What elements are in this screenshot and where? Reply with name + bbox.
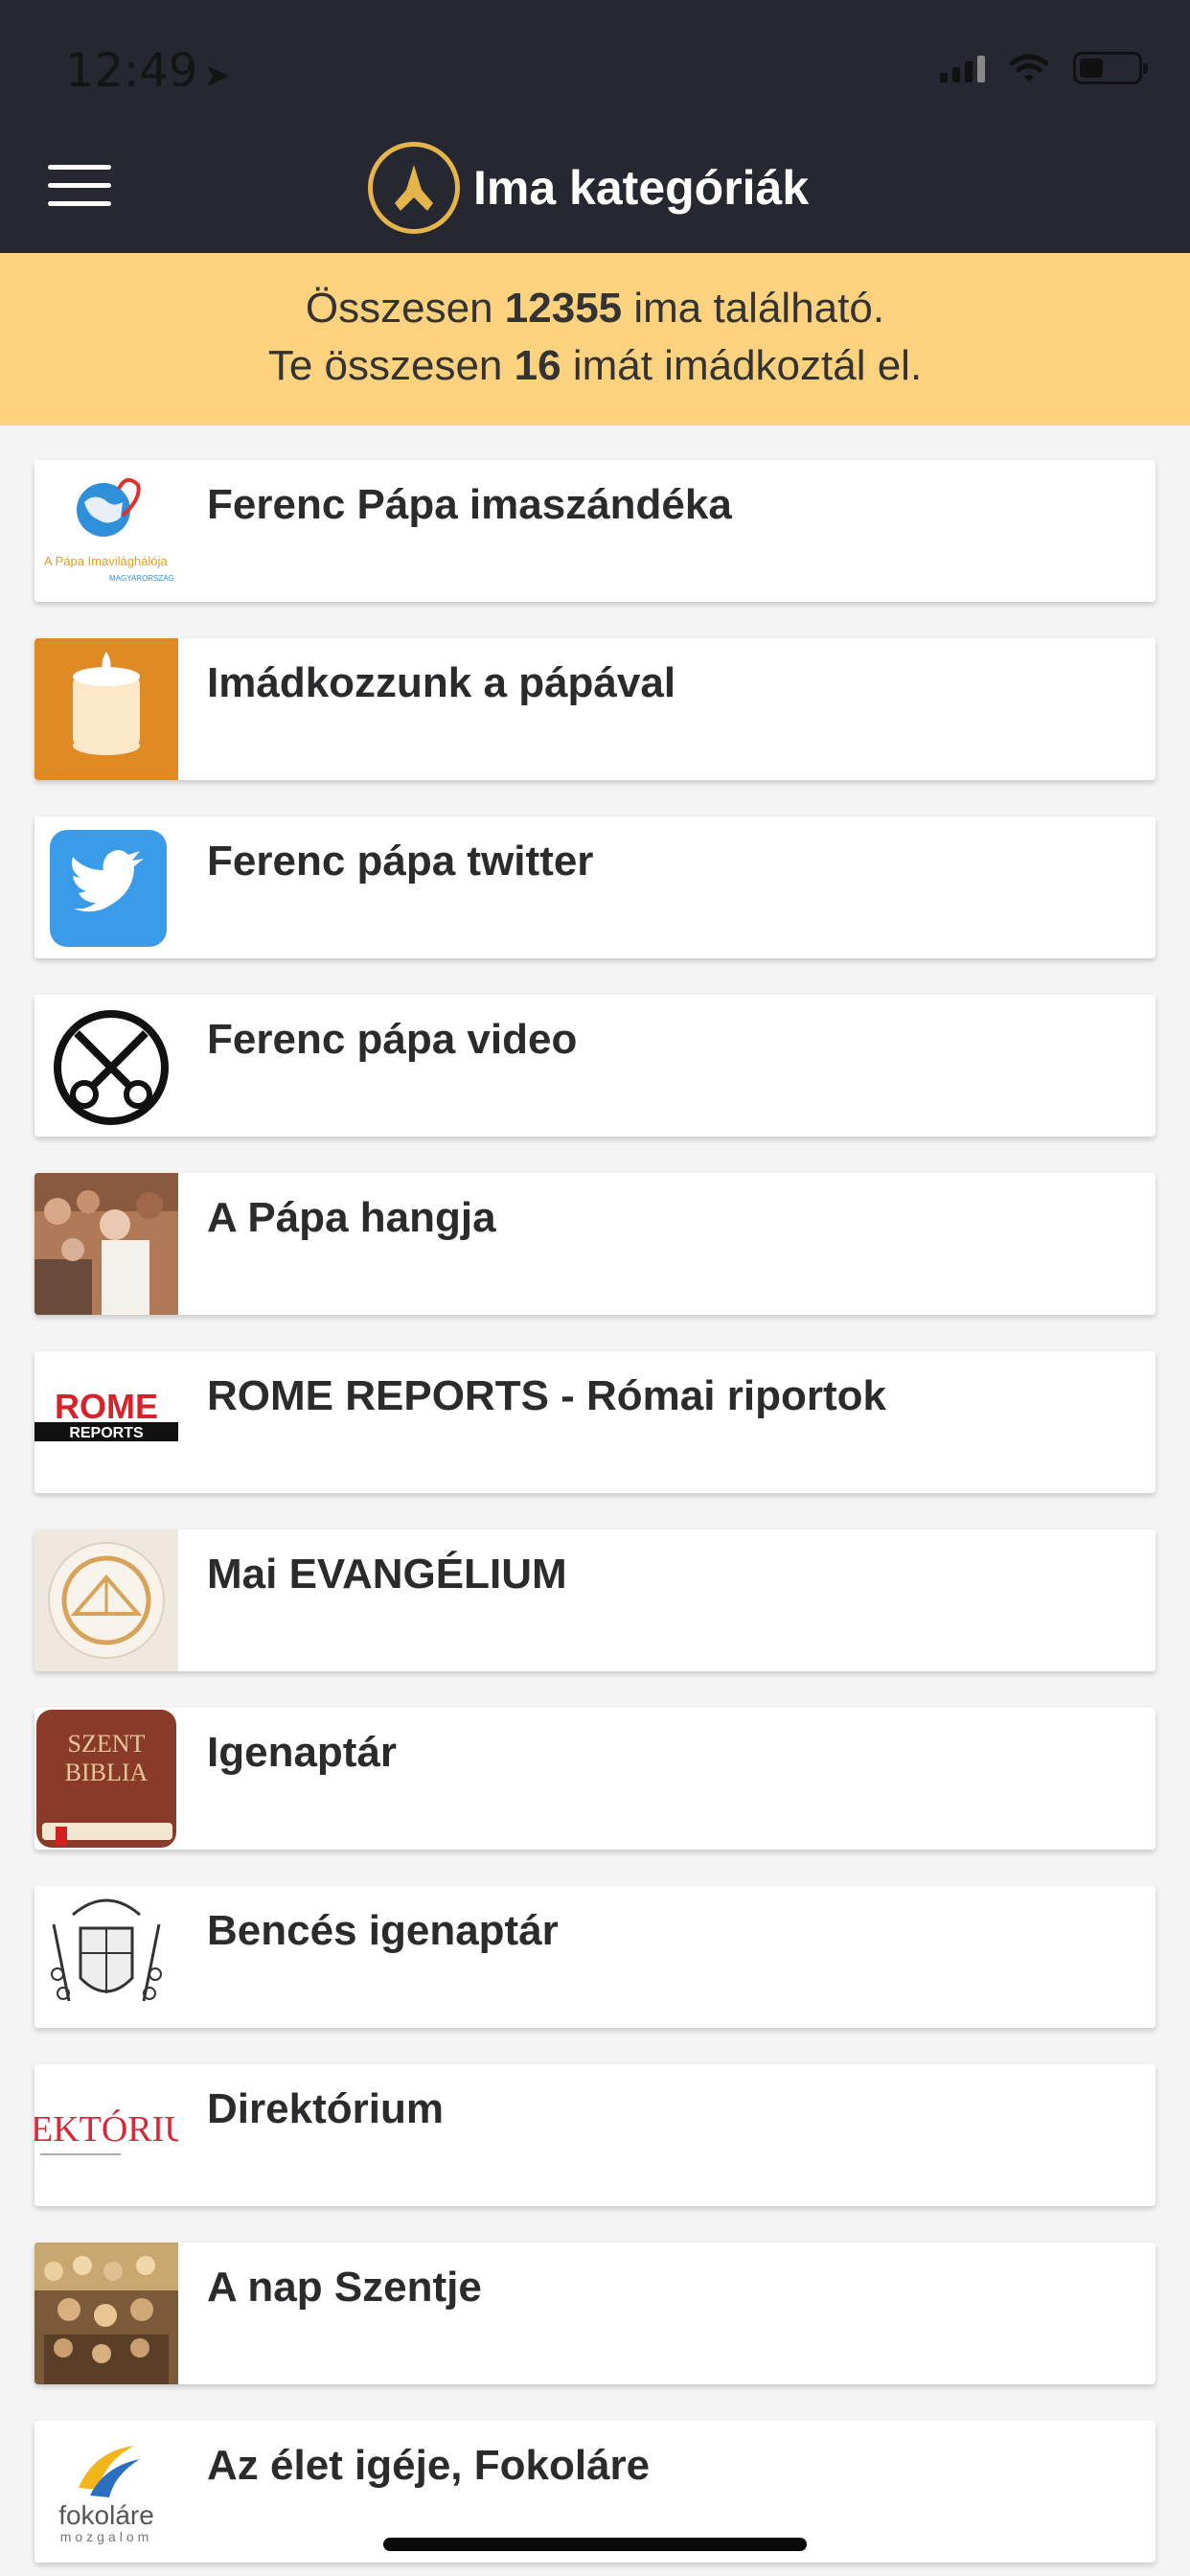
prayer-count-banner: Összesen 12355 ima található. Te összese… bbox=[0, 253, 1190, 426]
status-time-text: 12:49 bbox=[65, 44, 198, 98]
app-header: 12:49 ➤ Ima kategóriák bbox=[0, 0, 1190, 253]
category-item-twitter[interactable]: Ferenc pápa twitter bbox=[34, 816, 1156, 958]
holy-bible-book-icon: SZENT BIBLIA bbox=[34, 1708, 178, 1850]
category-item-igenaptar[interactable]: SZENT BIBLIA Igenaptár bbox=[34, 1708, 1156, 1850]
cellular-signal-icon bbox=[940, 54, 985, 82]
thumb-text: A Pápa Imavilághálója bbox=[44, 554, 168, 568]
category-item-rome-reports[interactable]: ROME REPORTS ROME REPORTS - Római riport… bbox=[34, 1351, 1156, 1493]
user-prayers-count: 16 bbox=[514, 342, 561, 389]
crossed-keys-icon bbox=[34, 995, 178, 1137]
pope-crowd-photo bbox=[34, 1173, 178, 1315]
home-indicator[interactable] bbox=[383, 2538, 807, 2551]
thumb-subtext: mozgalom bbox=[60, 2529, 153, 2544]
thumb-subtext: REPORTS bbox=[69, 1425, 144, 1441]
thumb-subtext: MAGYARORSZÁG bbox=[109, 574, 174, 583]
saints-painting-image bbox=[34, 2242, 178, 2384]
category-item-a-nap-szentje[interactable]: A nap Szentje bbox=[34, 2242, 1156, 2384]
category-label: Ferenc Pápa imaszándéka bbox=[207, 481, 732, 528]
category-label: Imádkozzunk a pápával bbox=[207, 659, 676, 706]
category-item-direktorium[interactable]: EKTÓRIU Direktórium bbox=[34, 2064, 1156, 2206]
total-prayers-suffix: ima található. bbox=[622, 285, 885, 332]
fokolare-logo-icon: fokoláre mozgalom bbox=[34, 2421, 178, 2563]
user-prayers-prefix: Te összesen bbox=[267, 342, 515, 389]
direktorium-logo-icon: EKTÓRIU bbox=[34, 2064, 178, 2206]
header-title-group: Ima kategóriák bbox=[368, 138, 809, 238]
category-item-papa-hangja[interactable]: A Pápa hangja bbox=[34, 1173, 1156, 1315]
location-arrow-icon: ➤ bbox=[203, 57, 231, 95]
category-item-video[interactable]: Ferenc pápa video bbox=[34, 995, 1156, 1137]
coat-of-arms-icon bbox=[34, 1886, 178, 2028]
status-indicators bbox=[940, 52, 1148, 84]
category-label: Direktórium bbox=[207, 2085, 444, 2132]
thumb-text: fokoláre bbox=[58, 2500, 154, 2530]
status-time: 12:49 ➤ bbox=[65, 44, 231, 98]
globe-heart-logo-icon: A Pápa Imavilághálója MAGYARORSZÁG bbox=[34, 460, 178, 602]
total-prayers-count: 12355 bbox=[504, 285, 623, 332]
twitter-bird-icon bbox=[34, 816, 178, 958]
category-item-papa-imaszandeka[interactable]: A Pápa Imavilághálója MAGYARORSZÁG Feren… bbox=[34, 460, 1156, 602]
wifi-icon bbox=[1010, 54, 1048, 81]
hamburger-menu-button[interactable] bbox=[48, 165, 111, 209]
thumb-text: SZENT bbox=[68, 1730, 146, 1758]
praying-hands-icon bbox=[368, 142, 460, 234]
thumb-subtext: BIBLIA bbox=[65, 1759, 149, 1786]
total-prayers-prefix: Összesen bbox=[305, 285, 505, 332]
category-item-imadkozzunk-a-papaval[interactable]: Imádkozzunk a pápával bbox=[34, 638, 1156, 780]
category-item-bences-igenaptar[interactable]: Bencés igenaptár bbox=[34, 1886, 1156, 2028]
category-label: Ferenc pápa video bbox=[207, 1016, 578, 1063]
rome-reports-logo-icon: ROME REPORTS bbox=[34, 1351, 178, 1493]
category-label: Ferenc pápa twitter bbox=[207, 838, 594, 885]
user-prayers-suffix: imát imádkoztál el. bbox=[561, 342, 923, 389]
category-label: Bencés igenaptár bbox=[207, 1907, 559, 1954]
category-item-mai-evangelium[interactable]: Mai EVANGÉLIUM bbox=[34, 1530, 1156, 1671]
category-label: A Pápa hangja bbox=[207, 1194, 496, 1241]
category-label: Az élet igéje, Fokoláre bbox=[207, 2442, 651, 2489]
category-label: ROME REPORTS - Római riportok bbox=[207, 1372, 886, 1419]
total-prayers-line: Összesen 12355 ima található. bbox=[0, 280, 1190, 337]
evangelium-seal-icon bbox=[34, 1530, 178, 1671]
thumb-text: EKTÓRIU bbox=[34, 2109, 178, 2150]
category-label: Igenaptár bbox=[207, 1729, 398, 1776]
user-prayers-line: Te összesen 16 imát imádkoztál el. bbox=[0, 337, 1190, 395]
category-label: Mai EVANGÉLIUM bbox=[207, 1551, 567, 1598]
page-title: Ima kategóriák bbox=[473, 161, 810, 215]
candle-icon bbox=[34, 638, 178, 780]
battery-icon bbox=[1073, 52, 1148, 84]
category-label: A nap Szentje bbox=[207, 2264, 482, 2311]
thumb-text: ROME bbox=[55, 1387, 158, 1426]
